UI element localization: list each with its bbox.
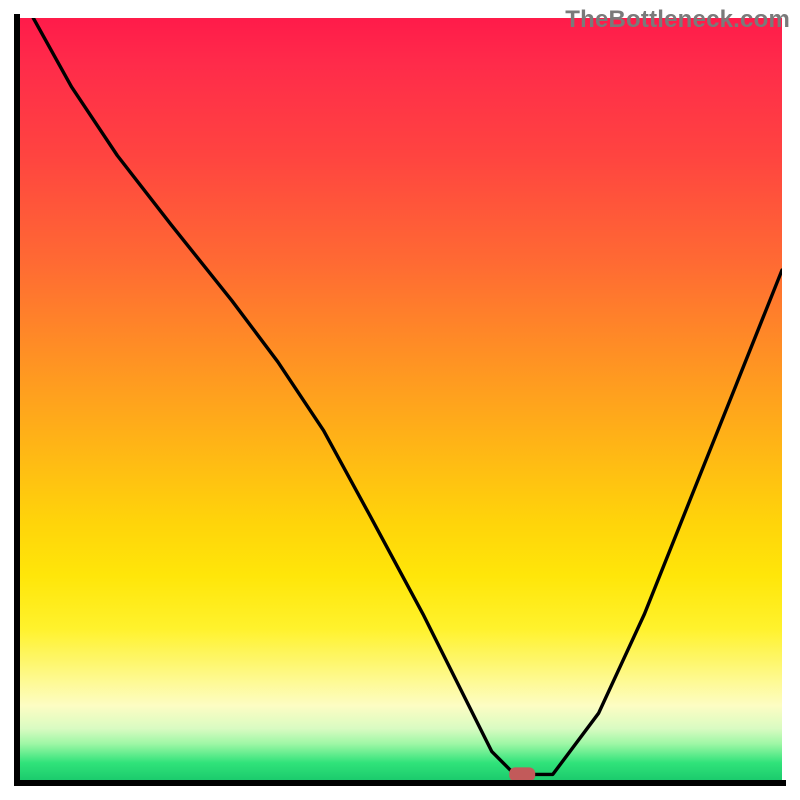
- plot-area: [18, 18, 782, 782]
- chart-container: TheBottleneck.com: [0, 0, 800, 800]
- watermark-text: TheBottleneck.com: [565, 6, 790, 34]
